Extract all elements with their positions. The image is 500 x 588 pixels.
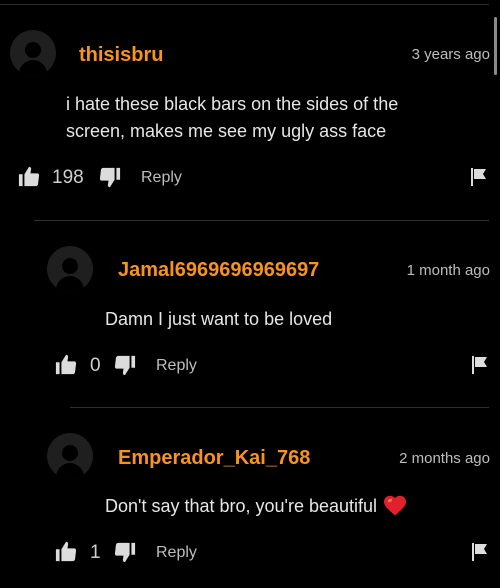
thumbs-up-icon[interactable] <box>55 354 77 376</box>
thumbs-up-icon[interactable] <box>18 166 40 188</box>
like-count: 198 <box>52 167 84 188</box>
comment-timestamp: 1 month ago <box>406 262 490 279</box>
scrollbar[interactable] <box>494 17 497 75</box>
thumbs-down-icon[interactable] <box>99 166 121 188</box>
comment-divider <box>70 407 489 408</box>
avatar[interactable] <box>10 30 56 76</box>
comment-timestamp: 2 months ago <box>399 450 490 467</box>
thumbs-down-icon[interactable] <box>114 541 136 563</box>
flag-icon[interactable] <box>471 355 489 375</box>
like-count: 0 <box>90 355 101 376</box>
reply-button[interactable]: Reply <box>156 544 197 562</box>
comment-actions: 1 Reply <box>55 541 489 567</box>
comment-text: Damn I just want to be loved <box>105 309 333 329</box>
comment-text-row: Don't say that bro, you're beautiful <box>105 493 485 524</box>
comment-text: Don't say that bro, you're beautiful <box>105 496 378 516</box>
flag-icon[interactable] <box>470 167 488 187</box>
like-count: 1 <box>90 542 101 563</box>
comment-username[interactable]: Jamal6969696969697 <box>118 259 319 282</box>
reply-button[interactable]: Reply <box>141 169 182 187</box>
thumbs-up-icon[interactable] <box>55 541 77 563</box>
avatar[interactable] <box>47 433 93 479</box>
reply-button[interactable]: Reply <box>156 357 197 375</box>
comment-actions: 0 Reply <box>55 354 489 380</box>
comment-username[interactable]: Emperador_Kai_768 <box>118 447 310 470</box>
comment-timestamp: 3 years ago <box>411 46 490 63</box>
avatar[interactable] <box>47 246 93 292</box>
thumbs-down-icon[interactable] <box>114 354 136 376</box>
top-divider <box>0 4 489 5</box>
flag-icon[interactable] <box>471 542 489 562</box>
heart-emoji <box>383 494 407 524</box>
comment-actions: 198 Reply <box>18 166 488 192</box>
comment-text: i hate these black bars on the sides of … <box>66 94 399 141</box>
comment-divider <box>34 220 489 221</box>
comment-username[interactable]: thisisbru <box>79 44 163 67</box>
